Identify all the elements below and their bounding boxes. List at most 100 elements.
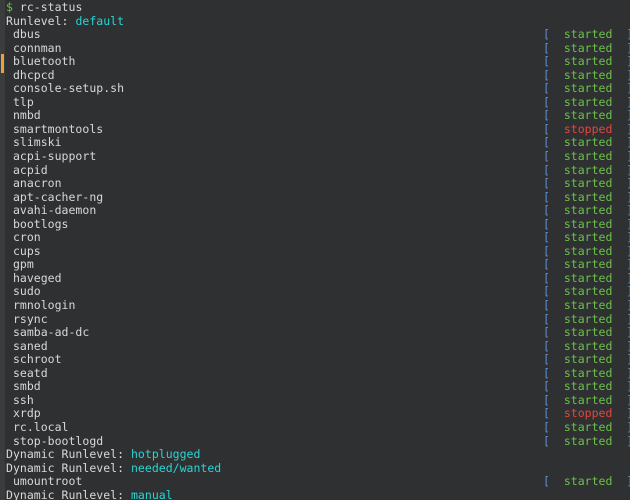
service-row: slimski [ started ] bbox=[6, 136, 630, 150]
prompt-line: $ rc-status bbox=[6, 0, 630, 15]
status-close-bracket: ] bbox=[626, 406, 630, 421]
service-name: smartmontools bbox=[12, 121, 104, 136]
status-close-bracket: ] bbox=[626, 352, 630, 366]
status-pad-right bbox=[612, 108, 626, 122]
status-open-bracket: [ bbox=[543, 121, 550, 136]
status-pad-right bbox=[612, 474, 626, 488]
service-status: [ started ] bbox=[543, 41, 630, 56]
service-name: stop-bootlogd bbox=[12, 433, 104, 448]
service-name: smbd bbox=[12, 379, 41, 394]
service-row: dbus [ started ] bbox=[6, 27, 630, 42]
status-pad-right bbox=[612, 244, 626, 258]
scrollbar-track[interactable] bbox=[0, 0, 5, 500]
status-close-bracket: ] bbox=[626, 298, 630, 312]
service-status: [ started ] bbox=[543, 136, 630, 150]
service-row: bluetooth [ started ] bbox=[6, 54, 630, 69]
status-pad bbox=[550, 108, 564, 122]
dynamic-runlevel-value: manual bbox=[130, 487, 173, 500]
status-pad bbox=[550, 122, 564, 136]
service-name: apt-cacher-ng bbox=[12, 189, 104, 204]
status-label-started: started bbox=[563, 27, 613, 42]
status-open-bracket: [ bbox=[543, 365, 550, 380]
service-name: xrdp bbox=[12, 406, 41, 421]
status-pad-right bbox=[612, 149, 626, 163]
service-row: rmnologin [ started ] bbox=[6, 298, 630, 313]
prompt-symbol: $ bbox=[6, 0, 13, 14]
status-label-started: started bbox=[563, 149, 613, 164]
service-name: cron bbox=[12, 230, 41, 245]
status-pad bbox=[550, 379, 564, 393]
service-status: [ started ] bbox=[543, 244, 630, 259]
status-pad-right bbox=[612, 325, 626, 339]
status-pad bbox=[550, 312, 564, 326]
status-open-bracket: [ bbox=[543, 325, 550, 340]
service-status: [ started ] bbox=[543, 433, 630, 449]
dynamic-runlevel-value: hotplugged bbox=[130, 447, 201, 462]
status-close-bracket: ] bbox=[626, 41, 630, 55]
service-name: nmbd bbox=[12, 108, 41, 123]
scrollbar-thumb[interactable] bbox=[1, 54, 4, 73]
status-close-bracket: ] bbox=[626, 217, 630, 231]
status-close-bracket: ] bbox=[626, 271, 630, 285]
status-open-bracket: [ bbox=[543, 433, 550, 448]
service-name: bootlogs bbox=[12, 216, 69, 231]
service-name: bluetooth bbox=[12, 54, 76, 69]
service-status: [ stopped ] bbox=[543, 121, 630, 137]
status-close-bracket: ] bbox=[626, 230, 630, 245]
status-close-bracket: ] bbox=[626, 135, 630, 150]
service-row: tlp [ started ] bbox=[6, 94, 630, 110]
service-name: acpid bbox=[12, 162, 48, 177]
status-label-started: started bbox=[563, 108, 613, 123]
status-pad bbox=[550, 271, 564, 285]
status-open-bracket: [ bbox=[543, 338, 550, 353]
status-pad bbox=[550, 135, 564, 149]
service-status: [ started ] bbox=[543, 380, 630, 394]
service-name: saned bbox=[12, 338, 48, 353]
status-pad bbox=[550, 434, 564, 448]
status-pad bbox=[550, 163, 564, 177]
status-open-bracket: [ bbox=[543, 189, 550, 204]
service-row: connman [ started ] bbox=[6, 41, 630, 56]
service-name: samba-ad-dc bbox=[12, 325, 90, 340]
service-row: ssh [ started ] bbox=[6, 392, 630, 408]
status-open-bracket: [ bbox=[543, 176, 550, 191]
status-pad-right bbox=[612, 434, 626, 448]
status-pad bbox=[550, 54, 564, 68]
status-pad bbox=[550, 339, 564, 353]
service-row: rsync [ started ] bbox=[6, 312, 630, 327]
service-row: acpi-support [ started ] bbox=[6, 149, 630, 164]
status-close-bracket: ] bbox=[626, 163, 630, 177]
service-row: cron [ started ] bbox=[6, 231, 630, 245]
service-row: anacron [ started ] bbox=[6, 176, 630, 191]
status-open-bracket: [ bbox=[543, 67, 550, 82]
status-label-started: started bbox=[563, 392, 613, 407]
service-name: console-setup.sh bbox=[12, 81, 125, 96]
status-open-bracket: [ bbox=[543, 94, 550, 109]
status-pad-right bbox=[612, 95, 626, 109]
status-pad bbox=[550, 95, 564, 109]
service-status: [ started ] bbox=[543, 338, 630, 354]
status-pad bbox=[550, 366, 564, 380]
status-open-bracket: [ bbox=[543, 230, 550, 245]
dynamic-runlevel-row: Dynamic Runlevel: manual bbox=[6, 487, 630, 500]
status-pad bbox=[550, 41, 564, 55]
status-pad bbox=[550, 352, 564, 366]
service-status: [ started ] bbox=[543, 67, 630, 83]
service-row: seatd [ started ] bbox=[6, 365, 630, 381]
service-status: [ started ] bbox=[543, 271, 630, 286]
service-status: [ started ] bbox=[543, 27, 630, 42]
status-open-bracket: [ bbox=[543, 284, 550, 299]
status-open-bracket: [ bbox=[543, 216, 550, 231]
status-pad-right bbox=[612, 230, 626, 244]
service-name: seatd bbox=[12, 365, 48, 380]
status-pad bbox=[550, 393, 564, 407]
status-open-bracket: [ bbox=[543, 54, 550, 69]
status-close-bracket: ] bbox=[626, 81, 630, 96]
status-close-bracket: ] bbox=[626, 27, 630, 41]
status-close-bracket: ] bbox=[626, 474, 630, 488]
status-pad-right bbox=[612, 352, 626, 366]
service-row: gpm [ started ] bbox=[6, 258, 630, 272]
status-pad-right bbox=[612, 271, 626, 285]
status-close-bracket: ] bbox=[626, 149, 630, 163]
status-label-started: started bbox=[563, 419, 613, 434]
